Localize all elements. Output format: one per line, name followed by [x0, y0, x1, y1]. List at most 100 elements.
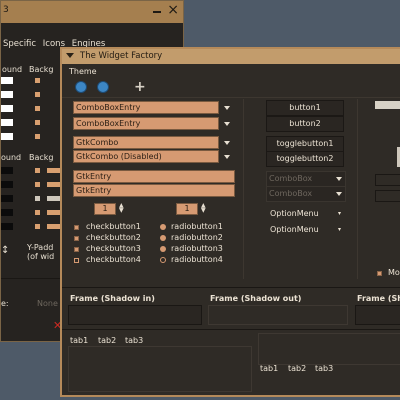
- color-chip[interactable]: [35, 168, 40, 173]
- right-label: Mo: [388, 268, 400, 277]
- frame-separator: [62, 287, 400, 288]
- checkbox[interactable]: [377, 271, 382, 276]
- menu-theme[interactable]: Theme: [69, 67, 97, 76]
- radiobutton-label[interactable]: radiobutton2: [171, 233, 223, 242]
- color-swatch[interactable]: [1, 167, 13, 174]
- gtk-entry-2[interactable]: GtkEntry: [73, 184, 235, 197]
- radiobutton-label[interactable]: radiobutton4: [171, 255, 223, 264]
- checkbox[interactable]: [74, 247, 79, 252]
- menu-specific[interactable]: Specific: [3, 39, 36, 49]
- right-entry[interactable]: [375, 174, 400, 186]
- radiobutton-label[interactable]: radiobutton3: [171, 244, 223, 253]
- color-chip[interactable]: [35, 106, 40, 111]
- radiobutton-label[interactable]: radiobutton1: [171, 222, 223, 231]
- add-icon[interactable]: +: [134, 80, 146, 94]
- chevron-down-icon[interactable]: [224, 122, 230, 126]
- window-menu-icon[interactable]: [66, 53, 74, 58]
- minimize-icon[interactable]: [153, 11, 161, 13]
- color-chip[interactable]: [47, 182, 61, 187]
- combo-box-entry-2[interactable]: ComboBoxEntry: [73, 117, 219, 130]
- gtk-combo-disabled: GtkCombo (Disabled): [73, 150, 219, 163]
- color-chip[interactable]: [47, 168, 61, 173]
- close-icon[interactable]: ×: [167, 3, 179, 17]
- spin-arrows-icon[interactable]: ▲ ▼: [201, 203, 206, 214]
- spin-arrows-icon[interactable]: ▲ ▼: [119, 203, 124, 214]
- tab-3-bottom[interactable]: tab3: [315, 364, 333, 373]
- color-chip[interactable]: [35, 196, 40, 201]
- bg-label-ound-1: ound: [2, 65, 23, 74]
- color-chip[interactable]: [35, 224, 40, 229]
- option-menu-1[interactable]: OptionMenu: [266, 206, 346, 222]
- bg-combo-none[interactable]: None: [37, 299, 58, 308]
- tab-1-top[interactable]: tab1: [70, 336, 88, 345]
- color-chip[interactable]: [35, 210, 40, 215]
- scale-slider[interactable]: [375, 101, 400, 109]
- button-1[interactable]: button1: [266, 100, 344, 116]
- tab-1-bottom[interactable]: tab1: [260, 364, 278, 373]
- gtk-combo[interactable]: GtkCombo: [73, 136, 219, 149]
- checkbox[interactable]: [74, 225, 79, 230]
- main-titlebar[interactable]: The Widget Factory: [62, 49, 400, 64]
- color-chip[interactable]: [47, 210, 61, 215]
- color-chip[interactable]: [47, 196, 61, 201]
- frame-shadow-label: Frame (Sh: [357, 294, 400, 303]
- button-2[interactable]: button2: [266, 116, 344, 132]
- gtk-entry-1[interactable]: GtkEntry: [73, 170, 235, 183]
- bg-titlebar[interactable]: 3 ×: [1, 1, 183, 23]
- spin-button-2[interactable]: 1: [176, 203, 198, 215]
- forward-icon[interactable]: [97, 81, 109, 93]
- color-chip[interactable]: [35, 78, 40, 83]
- chevron-down-icon: [336, 177, 342, 181]
- option-menu-indicator-icon[interactable]: ▾: [338, 210, 341, 217]
- color-swatch[interactable]: [1, 133, 13, 140]
- tab-2-bottom[interactable]: tab2: [288, 364, 306, 373]
- color-chip[interactable]: [35, 120, 40, 125]
- checkbox[interactable]: [74, 258, 79, 263]
- chevron-down-icon[interactable]: [224, 141, 230, 145]
- checkbox[interactable]: [74, 236, 79, 241]
- combo-box-entry-1[interactable]: ComboBoxEntry: [73, 101, 219, 114]
- back-icon[interactable]: [75, 81, 87, 93]
- spin-arrow-icon[interactable]: ↕: [1, 245, 9, 256]
- color-swatch[interactable]: [1, 223, 13, 230]
- option-menu-2[interactable]: OptionMenu: [266, 222, 346, 238]
- color-swatch[interactable]: [1, 181, 13, 188]
- checkbutton-label[interactable]: checkbutton3: [86, 244, 141, 253]
- notebook-bottom: [258, 333, 400, 365]
- tab-2-top[interactable]: tab2: [98, 336, 116, 345]
- radio-button[interactable]: [160, 257, 166, 263]
- radio-button[interactable]: [160, 224, 166, 230]
- toggle-button-1[interactable]: togglebutton1: [266, 136, 344, 152]
- chevron-down-icon: [224, 155, 230, 159]
- spin-button-1[interactable]: 1: [94, 203, 116, 215]
- color-swatch[interactable]: [1, 91, 13, 98]
- option-menu-indicator-icon[interactable]: ▾: [338, 226, 341, 233]
- checkbutton-label[interactable]: checkbutton1: [86, 222, 141, 231]
- tabs-separator: [62, 329, 400, 330]
- checkbutton-label[interactable]: checkbutton2: [86, 233, 141, 242]
- chevron-down-icon[interactable]: [224, 106, 230, 110]
- color-chip[interactable]: [35, 182, 40, 187]
- separator: [1, 278, 61, 279]
- checkbutton-label[interactable]: checkbutton4: [86, 255, 141, 264]
- right-entry[interactable]: [375, 190, 400, 202]
- color-chip[interactable]: [35, 134, 40, 139]
- color-chip[interactable]: [47, 224, 61, 229]
- color-swatch[interactable]: [1, 105, 13, 112]
- color-swatch[interactable]: [1, 119, 13, 126]
- widget-factory-window: The Widget Factory Theme + ComboBoxEntry…: [60, 47, 400, 397]
- combobox-disabled-1: ComboBox: [266, 171, 346, 187]
- color-swatch[interactable]: [1, 209, 13, 216]
- frame-shadow: [355, 305, 400, 325]
- toolbar-separator: [62, 97, 400, 98]
- frame-shadow-in: [68, 305, 202, 325]
- tab-3-top[interactable]: tab3: [125, 336, 143, 345]
- bg-window-title: 3: [3, 5, 9, 15]
- radio-button[interactable]: [160, 246, 166, 252]
- color-swatch[interactable]: [1, 195, 13, 202]
- color-chip[interactable]: [35, 92, 40, 97]
- color-swatch[interactable]: [1, 77, 13, 84]
- chevron-down-icon: [336, 192, 342, 196]
- toggle-button-2[interactable]: togglebutton2: [266, 151, 344, 167]
- radio-button[interactable]: [160, 235, 166, 241]
